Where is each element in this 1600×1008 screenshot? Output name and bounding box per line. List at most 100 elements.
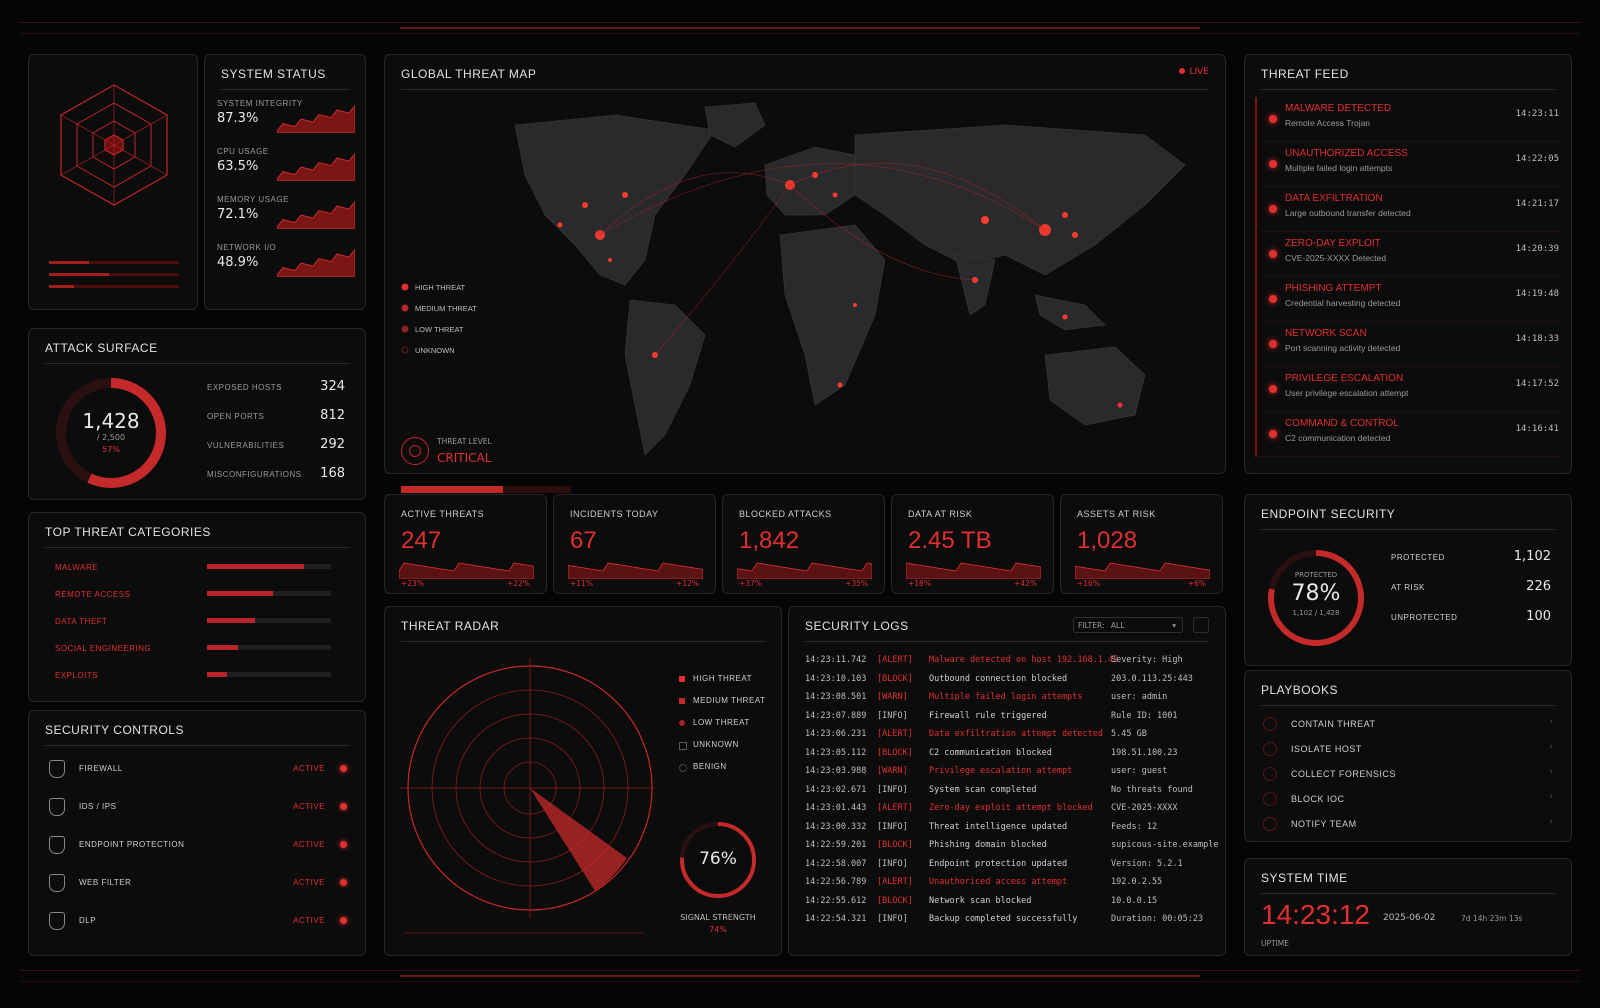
log-level: [ALERT] [877, 877, 913, 887]
threat-feed-item[interactable]: DATA EXFILTRATION Large outbound transfer… [1255, 187, 1561, 232]
log-detail: Severity: High [1111, 655, 1183, 665]
map-legend-dot [401, 304, 409, 312]
threat-feed-item[interactable]: PHISHING ATTEMPT Credential harvesting de… [1255, 277, 1561, 322]
log-level-text: BLOCK [882, 747, 908, 758]
stat-change-left: +16% [1077, 579, 1100, 588]
map-legend-label: MEDIUM THREAT [415, 304, 477, 313]
status-dot-icon [340, 765, 347, 772]
metric-label: CPU USAGE [217, 147, 269, 156]
log-time: 14:23:02.671 [805, 784, 867, 795]
stat-sparkline [1075, 562, 1210, 579]
log-message: C2 communication blocked [929, 747, 1052, 758]
stat-value: 1,842 [739, 527, 800, 554]
log-level-text: INFO [882, 710, 903, 721]
playbook-item[interactable]: NOTIFY TEAM › [1257, 813, 1559, 835]
log-row[interactable]: 14:22:56.789 [ALERT] Unauthoriced access a… [805, 877, 1211, 893]
attack-surface-pct: 57% [102, 445, 120, 454]
log-row[interactable]: 14:23:00.332 [INFO] Threat intelligence up… [805, 822, 1211, 838]
log-row[interactable]: 14:23:05.112 [BLOCK] C2 communication bloc… [805, 748, 1211, 764]
security-control-row[interactable]: IDS / IPS ACTIVE [41, 791, 353, 823]
stat-card: INCIDENTS TODAY 67 +11% +12% [553, 494, 716, 594]
endpoint-row-value: 1,102 [1513, 549, 1551, 564]
log-row[interactable]: 14:23:01.443 [ALERT] Zero-day exploit atte… [805, 803, 1211, 819]
metric-value: 87.3% [217, 111, 259, 126]
threat-feed-title: NETWORK SCAN [1285, 328, 1367, 339]
map-legend-label: UNKNOWN [415, 346, 455, 355]
log-level-text: ALERT [882, 877, 908, 887]
stat-label: BLOCKED ATTACKS [739, 509, 832, 519]
log-level-text: INFO [882, 784, 903, 795]
system-time-title: SYSTEM TIME [1261, 871, 1348, 885]
attack-surface-row-label: MISCONFIGURATIONS [207, 470, 302, 479]
threat-level-icon [401, 437, 429, 465]
threat-feed-title: PRIVILEGE ESCALATION [1285, 373, 1404, 384]
log-message: Endpoint protection updated [929, 858, 1068, 869]
log-row[interactable]: 14:22:54.321 [INFO] Backup completed succe… [805, 914, 1211, 930]
threat-dot-icon [1269, 430, 1277, 438]
threat-feed-time: 14:21:17 [1515, 199, 1559, 209]
playbook-icon [1263, 767, 1277, 781]
status-dot-icon [340, 841, 347, 848]
expand-icon[interactable] [1193, 617, 1209, 633]
threat-dot-icon [1269, 160, 1277, 168]
playbook-label: CONTAIN THREAT [1291, 719, 1376, 729]
triangle-icon [679, 676, 685, 682]
log-row[interactable]: 14:23:02.671 [INFO] System scan completed N… [805, 785, 1211, 801]
threat-feed-item[interactable]: NETWORK SCAN Port scanning activity detec… [1255, 322, 1561, 367]
attack-surface-title: ATTACK SURFACE [45, 341, 158, 355]
playbook-icon [1263, 792, 1277, 806]
security-control-row[interactable]: WEB FILTER ACTIVE [41, 867, 353, 899]
stat-card: BLOCKED ATTACKS 1,842 +37% +35% [722, 494, 885, 594]
playbooks-panel: PLAYBOOKS CONTAIN THREAT › ISOLATE HOST › CO… [1244, 670, 1572, 842]
threat-feed-item[interactable]: UNAUTHORIZED ACCESS Multiple failed login… [1255, 142, 1561, 187]
stat-change-right: +6% [1187, 579, 1206, 588]
log-row[interactable]: 14:23:08.501 [WARN] Multiple failed login … [805, 692, 1211, 708]
log-time: 14:22:58.007 [805, 858, 867, 869]
map-legend-label: HIGH THREAT [415, 283, 466, 292]
log-level: [WARN] [877, 692, 908, 702]
threat-feed-title: UNAUTHORIZED ACCESS [1285, 148, 1408, 159]
log-filter-label: FILTER: [1078, 621, 1105, 630]
log-row[interactable]: 14:22:59.201 [BLOCK] Phishing domain block… [805, 840, 1218, 856]
threat-category-label: SOCIAL ENGINEERING [55, 644, 152, 653]
playbook-item[interactable]: BLOCK IOC › [1257, 788, 1559, 810]
threat-feed-item[interactable]: PRIVILEGE ESCALATION User privilege escal… [1255, 367, 1561, 412]
security-control-row[interactable]: FIREWALL ACTIVE [41, 753, 353, 785]
endpoint-security-title: ENDPOINT SECURITY [1261, 507, 1396, 521]
log-filter-select[interactable]: FILTER: ALL ▾ [1073, 617, 1183, 633]
attack-surface-row-label: EXPOSED HOSTS [207, 383, 282, 392]
square-icon [679, 698, 685, 704]
security-control-label: DLP [79, 916, 97, 925]
attack-surface-total: 1,428 [82, 409, 140, 433]
radar-legend-label: MEDIUM THREAT [693, 696, 766, 705]
threat-feed-item[interactable]: ZERO-DAY EXPLOIT CVE-2025-XXXX Detected 14… [1255, 232, 1561, 277]
stat-change-right: +35% [845, 579, 868, 588]
log-row[interactable]: 14:23:11.742 [ALERT] Malware detected on h… [805, 655, 1211, 671]
log-level: [BLOCK] [877, 673, 913, 684]
log-row[interactable]: 14:23:03.988 [WARN] Privilege escalation a… [805, 766, 1211, 782]
threat-category-bar-fill [207, 618, 256, 623]
threat-feed-item[interactable]: MALWARE DETECTED Remote Access Trojan 14:2… [1255, 97, 1561, 142]
threat-feed-time: 14:22:05 [1515, 154, 1559, 164]
security-control-row[interactable]: DLP ACTIVE [41, 905, 353, 937]
security-control-row[interactable]: ENDPOINT PROTECTION ACTIVE [41, 829, 353, 861]
log-row[interactable]: 14:22:55.612 [BLOCK] Network scan blocked 1… [805, 896, 1211, 912]
endpoint-pct: 78% [1291, 581, 1341, 606]
log-time: 14:23:11.742 [805, 655, 867, 665]
stat-value: 247 [401, 527, 442, 554]
log-row[interactable]: 14:23:10.103 [BLOCK] Outbound connection b… [805, 674, 1211, 690]
system-time-clock: 14:23:12 [1261, 899, 1370, 930]
threat-feed-title: DATA EXFILTRATION [1285, 193, 1383, 204]
shield-icon [49, 874, 65, 892]
log-row[interactable]: 14:22:58.007 [INFO] Endpoint protection up… [805, 859, 1211, 875]
log-row[interactable]: 14:23:06.231 [ALERT] Data exfiltration att… [805, 729, 1211, 745]
security-control-status: ACTIVE [293, 764, 325, 773]
log-row[interactable]: 14:23:07.889 [INFO] Firewall rule triggere… [805, 711, 1211, 727]
threat-category-bar [207, 591, 331, 596]
playbook-item[interactable]: CONTAIN THREAT › [1257, 713, 1559, 735]
playbook-item[interactable]: ISOLATE HOST › [1257, 738, 1559, 760]
radar-legend-item: HIGH THREAT [679, 673, 779, 687]
stat-label: ASSETS AT RISK [1077, 509, 1156, 519]
playbook-item[interactable]: COLLECT FORENSICS › [1257, 763, 1559, 785]
threat-feed-item[interactable]: COMMAND & CONTROL C2 communication detect… [1255, 412, 1561, 457]
